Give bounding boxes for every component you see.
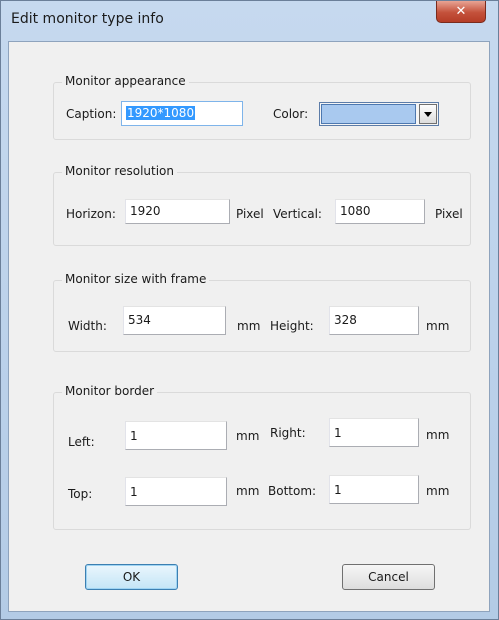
group-label-resolution: Monitor resolution [62,164,178,178]
right-label: Right: [270,426,306,440]
left-unit: mm [236,429,260,443]
vertical-unit: Pixel [435,207,463,221]
group-monitor-appearance: Monitor appearance Caption: 1920*1080 Co… [53,74,471,140]
dialog-window: Edit monitor type info ✕ Monitor appeara… [0,0,499,620]
bottom-label: Bottom: [268,484,317,498]
top-label: Top: [68,487,93,501]
chevron-down-icon [424,111,432,117]
bottom-unit: mm [426,484,450,498]
vertical-input[interactable]: 1080 [335,199,425,224]
width-unit: mm [237,319,261,333]
group-monitor-border: Monitor border Left: 1 mm Right: 1 mm To… [53,384,471,530]
caption-label: Caption: [66,107,117,121]
width-label: Width: [68,319,107,333]
horizon-unit: Pixel [236,207,264,221]
caption-value: 1920*1080 [126,106,196,120]
left-label: Left: [68,435,95,449]
dialog-client-area: Monitor appearance Caption: 1920*1080 Co… [8,41,490,612]
group-label-appearance: Monitor appearance [62,74,189,88]
height-label: Height: [270,319,314,333]
height-input[interactable]: 328 [329,306,419,335]
bottom-input[interactable]: 1 [329,475,419,504]
cancel-button[interactable]: Cancel [342,564,435,590]
color-swatch [321,104,416,124]
color-label: Color: [273,107,309,121]
title-bar[interactable]: Edit monitor type info ✕ [1,1,498,41]
caption-input[interactable]: 1920*1080 [121,101,243,126]
right-unit: mm [426,428,450,442]
group-label-size: Monitor size with frame [62,272,210,286]
horizon-label: Horizon: [66,207,116,221]
close-button[interactable]: ✕ [436,1,486,23]
group-monitor-size: Monitor size with frame Width: 534 mm He… [53,272,471,352]
vertical-label: Vertical: [273,207,322,221]
height-unit: mm [426,319,450,333]
left-input[interactable]: 1 [125,421,227,450]
width-input[interactable]: 534 [123,306,226,335]
ok-button[interactable]: OK [85,564,178,590]
group-label-border: Monitor border [62,384,158,398]
dialog-title: Edit monitor type info [11,11,164,27]
color-picker[interactable] [319,102,439,126]
close-icon: ✕ [455,4,467,19]
group-monitor-resolution: Monitor resolution Horizon: 1920 Pixel V… [53,164,471,246]
top-input[interactable]: 1 [125,477,227,506]
right-input[interactable]: 1 [329,418,419,447]
horizon-input[interactable]: 1920 [125,199,230,224]
top-unit: mm [236,484,260,498]
color-dropdown-button[interactable] [419,104,437,124]
